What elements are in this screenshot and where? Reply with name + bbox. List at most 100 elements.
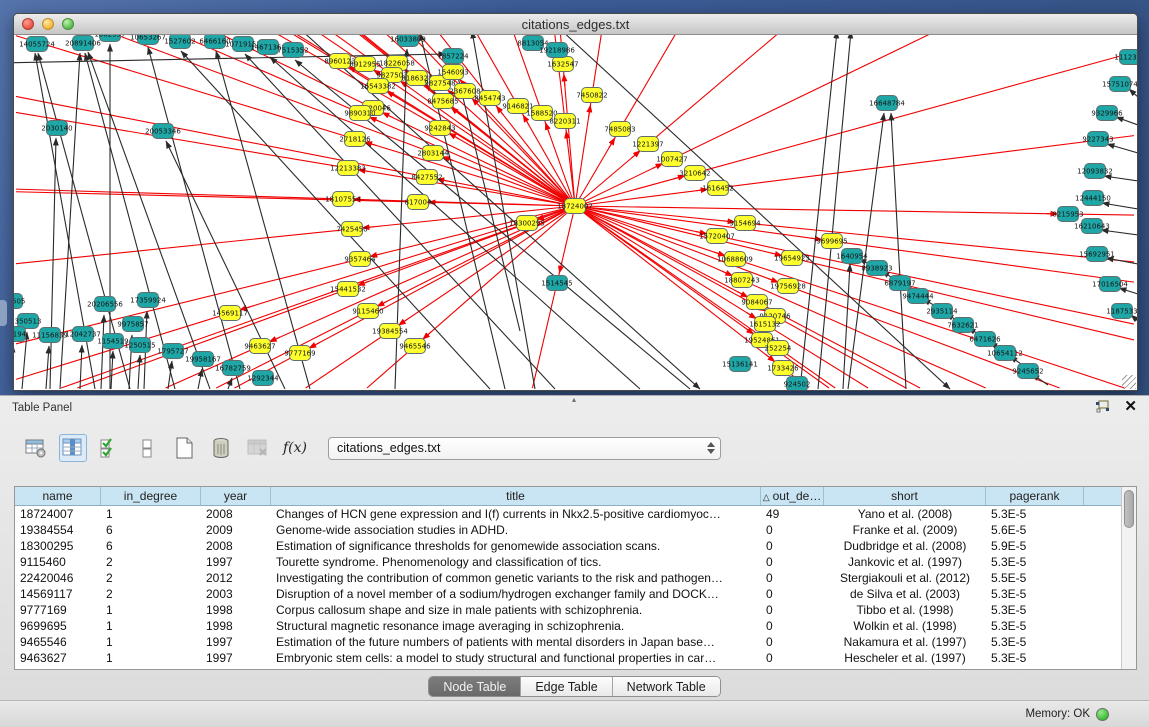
graph-node[interactable]: 9357464 <box>344 252 376 267</box>
graph-node[interactable]: 39194 <box>14 327 27 342</box>
graph-node[interactable]: 17359924 <box>130 293 166 308</box>
graph-node[interactable]: 8427552 <box>411 170 442 185</box>
column-visibility-icon[interactable] <box>59 434 87 462</box>
graph-node[interactable]: 20206556 <box>87 297 123 312</box>
close-panel-icon[interactable]: ✕ <box>1124 399 1137 414</box>
svg-text:17359924: 17359924 <box>130 297 166 305</box>
tab-edge-table[interactable]: Edge Table <box>521 677 612 696</box>
graph-node[interactable]: 1527602 <box>164 35 195 49</box>
cell-name: 9465546 <box>15 634 101 650</box>
graph-node[interactable]: 19384554 <box>372 324 408 339</box>
column-header-title[interactable]: title <box>271 487 761 505</box>
graph-node[interactable]: 18107554 <box>325 192 361 207</box>
table-row[interactable]: 1938455462009Genome-wide association stu… <box>15 522 1121 538</box>
graph-node[interactable]: 7857224 <box>437 49 469 64</box>
graph-node[interactable]: 15751074 <box>1102 77 1137 92</box>
svg-text:12213383: 12213383 <box>330 165 366 173</box>
graph-node[interactable]: 14569117 <box>212 306 248 321</box>
graph-node[interactable]: 7425450 <box>336 222 367 237</box>
table-selector-dropdown[interactable]: citations_edges.txt <box>328 437 721 460</box>
unselect-all-rows-icon[interactable] <box>133 434 161 462</box>
graph-node[interactable]: 15720407 <box>699 229 735 244</box>
graph-node[interactable]: 1187533 <box>1106 304 1137 319</box>
graph-node[interactable]: 924502 <box>784 377 811 391</box>
graph-node[interactable]: 12213383 <box>330 161 366 176</box>
table-row[interactable]: 1456911722003Disruption of a novel membe… <box>15 586 1121 602</box>
graph-node[interactable]: 252254 <box>765 341 792 356</box>
tab-network-table[interactable]: Network Table <box>613 677 720 696</box>
graph-node[interactable]: 20053346 <box>145 124 181 139</box>
table-row[interactable]: 946554611997Estimation of the future num… <box>15 634 1121 650</box>
network-canvas[interactable]: 1872400789601238912955182260589827503165… <box>14 35 1137 390</box>
column-header-short[interactable]: short <box>824 487 986 505</box>
graph-node[interactable]: 10688609 <box>717 252 753 267</box>
graph-node[interactable]: 1632547 <box>547 57 578 72</box>
graph-node[interactable]: 6471626 <box>969 332 1001 347</box>
cell-in_degree: 1 <box>101 602 201 618</box>
table-row[interactable]: 1872400712008Changes of HCN gene express… <box>15 506 1121 522</box>
graph-node[interactable]: 8215953 <box>1052 207 1083 222</box>
column-header-in_degree[interactable]: in_degree <box>101 487 201 505</box>
table-panel-header: Table Panel ✕ <box>0 396 1149 420</box>
graph-node[interactable]: 1292344 <box>247 371 279 386</box>
svg-text:9777169: 9777169 <box>284 350 315 358</box>
graph-node[interactable]: 1250515 <box>124 338 155 353</box>
table-row[interactable]: 977716911998Corpus callosum shape and si… <box>15 602 1121 618</box>
table-row[interactable]: 911546021997Tourette syndrome. Phenomeno… <box>15 554 1121 570</box>
function-builder-icon[interactable]: f(x) <box>281 434 309 462</box>
select-all-rows-icon[interactable] <box>96 434 124 462</box>
graph-node[interactable]: 12042737 <box>65 327 101 342</box>
table-row[interactable]: 1830029562008Estimation of significance … <box>15 538 1121 554</box>
column-header-name[interactable]: name <box>15 487 101 505</box>
svg-text:16543382: 16543382 <box>360 83 396 91</box>
graph-node[interactable]: 7485083 <box>604 122 635 137</box>
table-settings-icon[interactable] <box>22 434 50 462</box>
graph-node[interactable]: 10654112 <box>987 346 1023 361</box>
cell-title: Tourette syndrome. Phenomenology and cla… <box>271 554 761 570</box>
graph-node[interactable]: 15136141 <box>722 357 758 372</box>
graph-node[interactable]: 19654923 <box>774 251 810 266</box>
graph-node[interactable]: 9245652 <box>1012 364 1043 379</box>
graph-node[interactable]: 16210643 <box>1074 219 1110 234</box>
graph-node[interactable]: 266505 <box>14 294 25 309</box>
cell-in_degree: 2 <box>101 570 201 586</box>
new-table-icon[interactable] <box>170 434 198 462</box>
table-row[interactable]: 969969511998Structural magnetic resonanc… <box>15 618 1121 634</box>
graph-node[interactable]: 1221397 <box>632 137 663 152</box>
graph-node[interactable]: 9975857 <box>117 317 148 332</box>
network-graph[interactable]: 1872400789601238912955182260589827503165… <box>14 35 1137 390</box>
collapsed-panel-handle[interactable] <box>0 300 7 326</box>
graph-node[interactable]: 2718126 <box>339 132 371 147</box>
column-header-out_de[interactable]: △out_de… <box>761 487 824 505</box>
graph-node[interactable]: 9699695 <box>816 234 847 249</box>
graph-node[interactable]: 1795727 <box>157 344 188 359</box>
table-row[interactable]: 946362711997Embryonic stem cells: a mode… <box>15 650 1121 666</box>
column-header-pagerank[interactable]: pagerank <box>986 487 1084 505</box>
float-panel-icon[interactable] <box>1095 400 1110 413</box>
window-titlebar[interactable]: citations_edges.txt <box>14 14 1137 35</box>
delete-rows-icon[interactable] <box>207 434 235 462</box>
svg-text:19958167: 19958167 <box>185 356 221 364</box>
graph-node[interactable]: 817004 <box>405 195 432 210</box>
graph-node[interactable]: 1112304 <box>1114 50 1137 65</box>
graph-node[interactable]: 2935114 <box>926 304 958 319</box>
graph-node[interactable]: 7450822 <box>576 88 607 103</box>
graph-node[interactable]: 10653267 <box>130 35 166 45</box>
column-header-year[interactable]: year <box>201 487 271 505</box>
graph-node[interactable]: 9465546 <box>399 339 431 354</box>
network-view-window[interactable]: citations_edges.txt 18724007896012389129… <box>13 13 1138 391</box>
resize-grip[interactable] <box>1122 375 1136 389</box>
cell-year: 1997 <box>201 634 271 650</box>
graph-node[interactable]: 3210642 <box>679 166 710 181</box>
table-row[interactable]: 2242004622012Investigating the contribut… <box>15 570 1121 586</box>
tab-node-table[interactable]: Node Table <box>429 677 521 696</box>
graph-node[interactable]: 9154694 <box>729 216 761 231</box>
graph-node[interactable]: 1616452 <box>702 181 733 196</box>
graph-node[interactable]: 1514545 <box>541 276 572 291</box>
table-scrollbar[interactable] <box>1121 487 1136 669</box>
graph-node[interactable]: 16648784 <box>869 96 905 111</box>
graph-node[interactable]: 15441532 <box>330 282 366 297</box>
scrollbar-thumb[interactable] <box>1124 490 1134 528</box>
graph-node[interactable]: 7632621 <box>947 318 978 333</box>
graph-node[interactable]: 2030140 <box>41 121 72 136</box>
